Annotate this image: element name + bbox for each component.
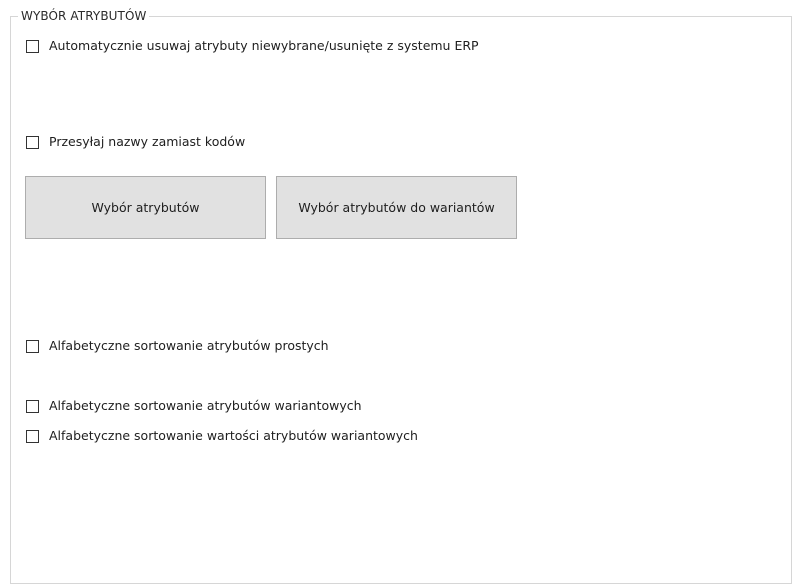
select-attributes-button[interactable]: Wybór atrybutów	[25, 176, 266, 239]
groupbox-title: WYBÓR ATRYBUTÓW	[18, 8, 150, 24]
send-names-instead-of-codes-checkbox[interactable]	[26, 135, 39, 149]
attributes-groupbox	[10, 16, 792, 584]
sort-variant-attribute-values-option[interactable]: Alfabetyczne sortowanie wartości atrybut…	[26, 428, 418, 444]
select-variant-attributes-button[interactable]: Wybór atrybutów do wariantów	[276, 176, 517, 239]
sort-simple-attributes-label[interactable]: Alfabetyczne sortowanie atrybutów prosty…	[49, 338, 329, 354]
sort-variant-attribute-values-label[interactable]: Alfabetyczne sortowanie wartości atrybut…	[49, 428, 418, 444]
sort-variant-attribute-values-checkbox[interactable]	[26, 429, 39, 443]
sort-variant-attributes-checkbox[interactable]	[26, 399, 39, 413]
sort-variant-attributes-option[interactable]: Alfabetyczne sortowanie atrybutów warian…	[26, 398, 362, 414]
sort-simple-attributes-checkbox[interactable]	[26, 339, 39, 353]
sort-variant-attributes-label[interactable]: Alfabetyczne sortowanie atrybutów warian…	[49, 398, 362, 414]
auto-remove-attributes-label[interactable]: Automatycznie usuwaj atrybuty niewybrane…	[49, 38, 479, 54]
auto-remove-attributes-checkbox[interactable]	[26, 39, 39, 53]
send-names-instead-of-codes-option[interactable]: Przesyłaj nazwy zamiast kodów	[26, 134, 245, 150]
send-names-instead-of-codes-label[interactable]: Przesyłaj nazwy zamiast kodów	[49, 134, 245, 150]
auto-remove-attributes-option[interactable]: Automatycznie usuwaj atrybuty niewybrane…	[26, 38, 479, 54]
sort-simple-attributes-option[interactable]: Alfabetyczne sortowanie atrybutów prosty…	[26, 338, 329, 354]
